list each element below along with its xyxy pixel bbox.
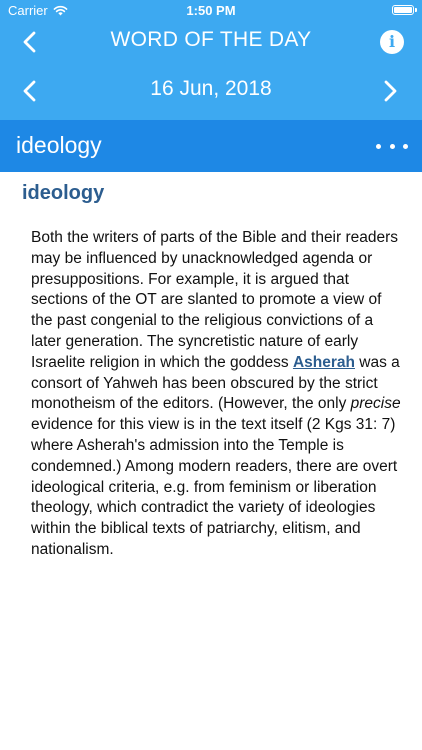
more-icon[interactable] [376, 140, 408, 152]
date-label[interactable]: 16 Jun, 2018 [0, 77, 422, 101]
screen: Carrier 1:50 PM WORD OF THE DAY i 16 Jun… [0, 0, 422, 750]
entry-body: Both the writers of parts of the Bible a… [31, 228, 401, 561]
date-bar: 16 Jun, 2018 [0, 62, 422, 120]
asherah-link[interactable]: Asherah [293, 354, 355, 371]
info-icon[interactable]: i [380, 30, 404, 54]
nav-title: WORD OF THE DAY [110, 28, 312, 51]
next-date-chevron-icon[interactable] [376, 77, 404, 105]
entry-text-1: Both the writers of parts of the Bible a… [31, 229, 399, 371]
word-bar: ideology [0, 120, 422, 172]
entry-heading: ideology [22, 182, 105, 204]
more-dot [403, 143, 408, 149]
word-bar-title: ideology [16, 132, 102, 158]
status-bar: Carrier 1:50 PM [0, 0, 422, 22]
more-dot [376, 143, 381, 149]
battery-icon [392, 5, 417, 15]
status-right [392, 5, 417, 15]
nav-bar: WORD OF THE DAY i [0, 22, 422, 62]
entry-text-3: evidence for this view is in the text it… [31, 416, 398, 558]
header: Carrier 1:50 PM WORD OF THE DAY i 16 Jun… [0, 0, 422, 120]
status-time: 1:50 PM [186, 3, 236, 18]
more-dot [389, 143, 395, 149]
entry-emphasis: precise [350, 395, 401, 413]
